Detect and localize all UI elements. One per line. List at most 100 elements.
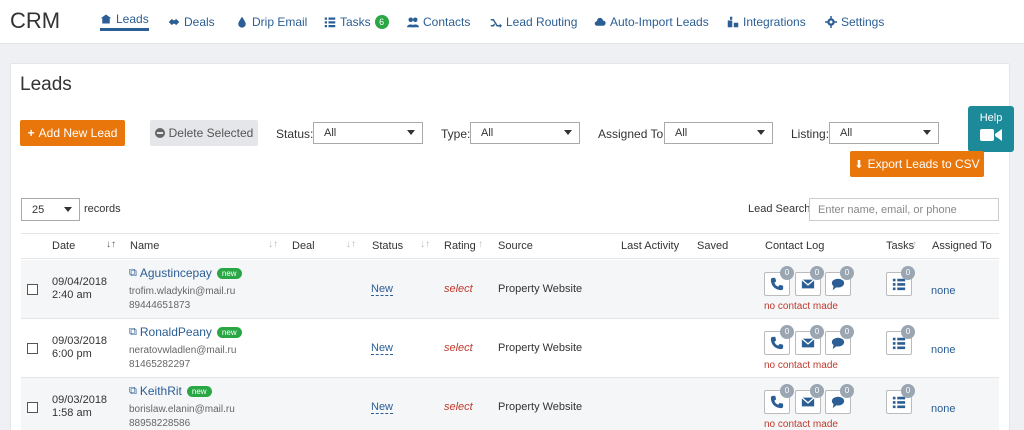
lead-source: Property Website <box>498 401 583 413</box>
call-count-badge: 0 <box>780 384 794 398</box>
new-badge: new <box>186 385 212 397</box>
col-status[interactable]: Status <box>372 240 403 252</box>
brand-logo[interactable]: CRM <box>10 8 60 34</box>
col-source[interactable]: Source <box>498 240 533 252</box>
help-button[interactable]: Help <box>968 106 1014 152</box>
nav-contacts[interactable]: Contacts <box>407 12 470 32</box>
external-link-icon: ⧉ <box>129 325 137 338</box>
lead-name-link[interactable]: ⧉ KeithRit new <box>129 384 212 398</box>
nav-auto-import-leads[interactable]: Auto-Import Leads <box>594 12 709 32</box>
call-count-badge: 0 <box>780 325 794 339</box>
assigned-to-link[interactable]: none <box>931 403 955 415</box>
add-new-lead-button[interactable]: + Add New Lead <box>20 120 125 146</box>
col-name[interactable]: Name <box>130 240 159 252</box>
nav-drip-email[interactable]: Drip Email <box>236 12 307 32</box>
video-camera-icon <box>980 129 1002 141</box>
leads-icon <box>100 14 112 23</box>
records-per-page-select[interactable]: 25 <box>21 198 80 221</box>
assigned-filter-select[interactable]: All <box>664 122 773 144</box>
lead-search-label: Lead Search <box>748 203 811 215</box>
nav-tasks[interactable]: Tasks 6 <box>324 12 389 32</box>
col-deal[interactable]: Deal <box>292 240 315 252</box>
email-count-badge: 0 <box>810 266 824 280</box>
page-title: Leads <box>20 74 72 95</box>
col-contact-log[interactable]: Contact Log <box>765 240 824 252</box>
status-dropdown[interactable]: New <box>371 283 394 296</box>
tasks-count-badge: 0 <box>901 325 915 339</box>
lead-phone: 81465282297 <box>129 359 191 370</box>
lead-phone: 88958228586 <box>129 418 191 429</box>
nav-leads[interactable]: Leads <box>100 11 149 31</box>
lead-date: 09/03/2018 1:58 am <box>52 394 108 419</box>
status-filter-select[interactable]: All <box>313 122 423 144</box>
rating-select[interactable]: select <box>444 401 473 413</box>
lead-date: 09/04/2018 2:40 am <box>52 276 108 301</box>
assigned-to-link[interactable]: none <box>931 344 955 356</box>
external-link-icon: ⧉ <box>129 266 137 279</box>
rating-select[interactable]: select <box>444 342 473 354</box>
drip-icon <box>238 16 246 28</box>
status-filter-label: Status: <box>276 127 314 141</box>
sort-icon[interactable]: ↓↑ <box>346 239 356 250</box>
nav-settings[interactable]: Settings <box>825 12 884 32</box>
call-count-badge: 0 <box>780 266 794 280</box>
col-assigned-to[interactable]: Assigned To <box>932 240 994 252</box>
lead-name-link[interactable]: ⧉ Agustincepay new <box>129 266 242 280</box>
download-icon: ⬇ <box>854 158 864 171</box>
no-contact-text: no contact made <box>764 301 838 312</box>
external-link-icon: ⧉ <box>129 384 137 397</box>
new-badge: new <box>216 267 242 279</box>
lead-name-link[interactable]: ⧉ RonaldPeany new <box>129 325 242 339</box>
row-checkbox[interactable] <box>27 343 38 354</box>
deals-icon <box>168 19 180 25</box>
message-count-badge: 0 <box>840 325 854 339</box>
chevron-down-icon <box>407 130 415 135</box>
status-dropdown[interactable]: New <box>371 342 394 355</box>
tasks-icon <box>324 17 336 28</box>
col-date[interactable]: Date <box>52 240 75 252</box>
nav-deals[interactable]: Deals <box>168 12 215 32</box>
lead-email: neratovwladlen@mail.ru <box>129 345 237 356</box>
integrations-icon <box>727 16 739 28</box>
lead-search-input[interactable] <box>809 198 999 221</box>
sort-desc-icon[interactable]: ↓↑ <box>106 239 116 250</box>
new-badge: new <box>216 326 242 338</box>
sort-icon[interactable]: ↓↑ <box>420 239 430 250</box>
top-nav: CRM Leads Deals Drip Email Tasks 6 Conta… <box>0 0 1024 44</box>
contacts-icon <box>407 17 419 28</box>
routing-icon <box>490 19 502 28</box>
export-leads-csv-button[interactable]: ⬇ Export Leads to CSV <box>850 151 984 177</box>
chevron-down-icon <box>757 130 765 135</box>
lead-date: 09/03/2018 6:00 pm <box>52 335 108 360</box>
tasks-count-badge: 0 <box>901 266 915 280</box>
rating-select[interactable]: select <box>444 283 473 295</box>
row-checkbox[interactable] <box>27 402 38 413</box>
col-rating[interactable]: Rating <box>444 240 476 252</box>
sort-icon[interactable]: ↑ <box>912 239 917 250</box>
lead-phone: 89444651873 <box>129 300 191 311</box>
sort-icon[interactable]: ↓↑ <box>268 239 278 250</box>
chevron-down-icon <box>64 207 72 212</box>
chevron-down-icon <box>923 130 931 135</box>
gear-icon <box>825 16 837 28</box>
nav-integrations[interactable]: Integrations <box>727 12 806 32</box>
lead-source: Property Website <box>498 342 583 354</box>
email-count-badge: 0 <box>810 325 824 339</box>
message-count-badge: 0 <box>840 266 854 280</box>
row-checkbox[interactable] <box>27 284 38 295</box>
col-last-activity[interactable]: Last Activity <box>621 240 679 252</box>
col-saved[interactable]: Saved <box>697 240 728 252</box>
assigned-to-link[interactable]: none <box>931 285 955 297</box>
col-tasks[interactable]: Tasks <box>886 240 914 252</box>
type-filter-label: Type: <box>441 127 471 141</box>
type-filter-select[interactable]: All <box>470 122 580 144</box>
email-count-badge: 0 <box>810 384 824 398</box>
status-dropdown[interactable]: New <box>371 401 394 414</box>
tasks-count-badge: 6 <box>374 15 389 29</box>
phone-icon <box>770 277 784 291</box>
sort-icon[interactable]: ↑ <box>478 239 483 250</box>
nav-lead-routing[interactable]: Lead Routing <box>490 12 577 32</box>
delete-selected-button[interactable]: Delete Selected <box>150 120 258 146</box>
lead-email: borislaw.elanin@mail.ru <box>129 404 235 415</box>
listing-filter-select[interactable]: All <box>829 122 939 144</box>
